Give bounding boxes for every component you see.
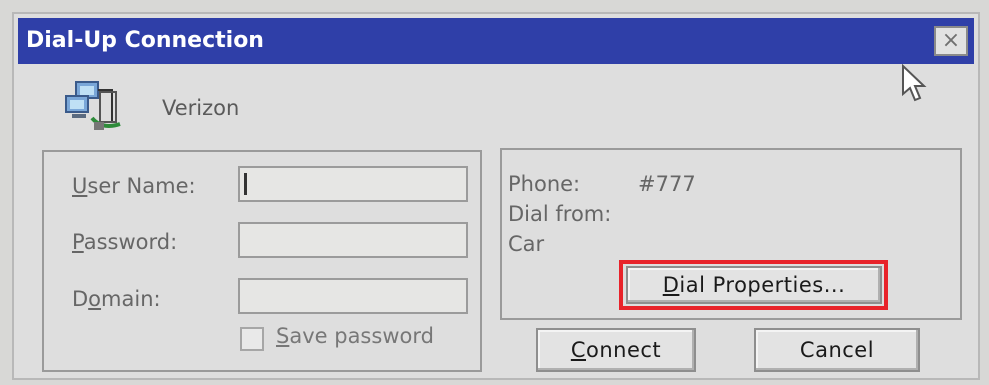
connection-name: Verizon: [162, 96, 240, 120]
connect-button[interactable]: Connect: [536, 328, 696, 372]
password-label: Password:: [72, 230, 178, 254]
cancel-button[interactable]: Cancel: [754, 328, 920, 372]
user-name-label: User Name:: [72, 174, 196, 198]
phone-value: #777: [638, 172, 696, 196]
domain-label: Domain:: [72, 287, 161, 311]
network-connection-icon: [65, 81, 121, 130]
text-caret: [244, 173, 247, 195]
red-highlight-box: [619, 260, 888, 310]
window-title: Dial-Up Connection: [26, 28, 264, 53]
mouse-cursor-icon: [902, 64, 927, 102]
dial-from-label: Dial from:: [508, 202, 612, 226]
password-field[interactable]: [238, 222, 468, 258]
domain-field[interactable]: [238, 278, 468, 314]
close-icon: ×: [941, 28, 961, 53]
save-password-checkbox[interactable]: [240, 327, 264, 351]
title-bar[interactable]: Dial-Up Connection ×: [18, 18, 974, 64]
user-name-field[interactable]: [238, 166, 468, 202]
dial-from-value: Car: [508, 232, 545, 256]
save-password-label[interactable]: Save password: [276, 324, 434, 348]
close-button[interactable]: ×: [934, 26, 968, 56]
phone-label: Phone:: [508, 172, 581, 196]
